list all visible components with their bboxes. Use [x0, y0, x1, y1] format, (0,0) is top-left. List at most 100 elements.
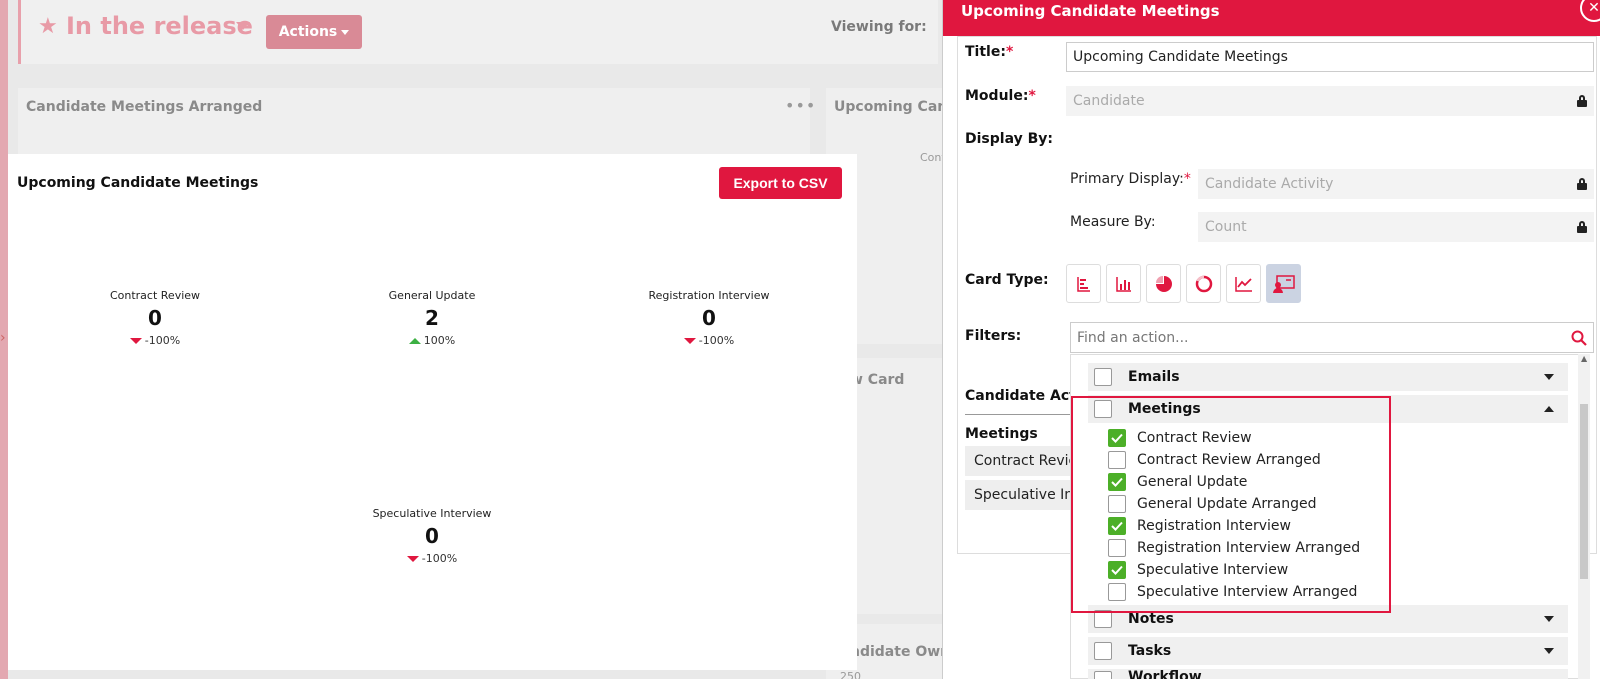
title-input[interactable]: Upcoming Candidate Meetings — [1066, 42, 1594, 72]
stat-value: 0 — [702, 306, 716, 330]
option-checkbox[interactable] — [1108, 473, 1126, 491]
card-type-label: Card Type: — [965, 272, 1049, 288]
required-mark: * — [1005, 44, 1014, 60]
option-label: Registration Interview Arranged — [1137, 540, 1361, 556]
option-contract-review[interactable]: Contract Review — [1108, 428, 1252, 448]
group-workflow[interactable]: Workflow — [1088, 669, 1568, 679]
option-speculative-interview-arranged[interactable]: Speculative Interview Arranged — [1108, 582, 1357, 602]
scroll-up-icon[interactable]: ▲ — [1581, 354, 1587, 363]
option-speculative-interview[interactable]: Speculative Interview — [1108, 560, 1288, 580]
bg-card-meetings-arranged — [18, 88, 810, 154]
search-icon[interactable] — [1571, 330, 1587, 346]
divider — [965, 414, 1070, 415]
group-label: Emails — [1128, 369, 1180, 385]
measure-by-field: Count — [1198, 212, 1594, 242]
primary-display-field: Candidate Activity — [1198, 169, 1594, 199]
stat-registration-interview: Registration Interview 0 -100% — [609, 289, 809, 347]
group-checkbox[interactable] — [1094, 368, 1112, 386]
stat-change: -100% — [609, 334, 809, 347]
option-checkbox[interactable] — [1108, 583, 1126, 601]
donut-chart-icon — [1195, 275, 1212, 292]
option-checkbox[interactable] — [1108, 561, 1126, 579]
option-checkbox[interactable] — [1108, 451, 1126, 469]
primary-display-label-text: Primary Display: — [1070, 171, 1184, 187]
meetings-heading: Meetings — [965, 426, 1038, 442]
export-csv-button[interactable]: Export to CSV — [719, 167, 842, 199]
trend-down-icon — [406, 555, 419, 562]
group-tasks[interactable]: Tasks — [1088, 637, 1568, 665]
group-checkbox[interactable] — [1094, 671, 1112, 679]
option-registration-interview-arranged[interactable]: Registration Interview Arranged — [1108, 538, 1360, 558]
option-general-update-arranged[interactable]: General Update Arranged — [1108, 494, 1316, 514]
pie-chart-icon — [1155, 275, 1172, 292]
card-type-horizontal-bar[interactable] — [1066, 264, 1101, 303]
option-contract-review-arranged[interactable]: Contract Review Arranged — [1108, 450, 1321, 470]
actions-button[interactable]: Actions — [266, 15, 362, 49]
bg-card-title: w Card — [850, 372, 905, 388]
group-checkbox[interactable] — [1094, 642, 1112, 660]
option-label: Contract Review — [1137, 430, 1252, 446]
card-preview-modal: Upcoming Candidate Meetings Export to CS… — [8, 154, 857, 670]
scroll-thumb[interactable] — [1580, 404, 1588, 579]
more-options-icon[interactable]: ••• — [785, 96, 816, 115]
card-type-vertical-bar[interactable] — [1106, 264, 1141, 303]
option-checkbox[interactable] — [1108, 429, 1126, 447]
stat-general-update: General Update 2 100% — [332, 289, 532, 347]
card-type-line[interactable] — [1226, 264, 1261, 303]
required-mark: * — [1028, 88, 1036, 104]
measure-by-value: Count — [1205, 219, 1247, 235]
stat-value: 2 — [425, 306, 439, 330]
option-label: General Update Arranged — [1137, 496, 1317, 512]
option-label: Contract Review Arranged — [1137, 452, 1321, 468]
stat-change: -100% — [332, 552, 532, 565]
measure-by-label: Measure By: — [1070, 214, 1156, 230]
stat-change-text: 100% — [423, 334, 456, 347]
group-label: Notes — [1128, 611, 1174, 627]
caret-down-icon — [341, 29, 350, 35]
filter-chip[interactable]: Contract Revie — [965, 446, 1070, 476]
stat-label: Speculative Interview — [372, 507, 492, 520]
display-by-label: Display By: — [965, 131, 1053, 147]
lock-icon — [1577, 95, 1587, 107]
chevron-down-icon[interactable] — [1544, 616, 1554, 622]
stat-label: Registration Interview — [648, 289, 770, 302]
primary-display-label: Primary Display:* — [1070, 171, 1191, 187]
bg-axis-tick: 250 — [840, 670, 861, 679]
title-input-value: Upcoming Candidate Meetings — [1073, 49, 1288, 65]
dropdown-scrollbar[interactable]: ▲ — [1578, 354, 1590, 679]
group-meetings[interactable]: Meetings — [1088, 395, 1568, 423]
card-type-pie[interactable] — [1146, 264, 1181, 303]
checkmark-icon — [1111, 433, 1123, 443]
chevron-down-icon[interactable] — [1544, 648, 1554, 654]
checkmark-icon — [1111, 477, 1123, 487]
filter-chip[interactable]: Speculative Int — [965, 480, 1070, 510]
card-type-donut[interactable] — [1186, 264, 1221, 303]
stat-change-text: -100% — [421, 552, 458, 565]
module-value: Candidate — [1073, 93, 1145, 109]
option-checkbox[interactable] — [1108, 539, 1126, 557]
modal-title: Upcoming Candidate Meetings — [17, 175, 259, 191]
option-general-update[interactable]: General Update — [1108, 472, 1247, 492]
stat-label: General Update — [388, 289, 476, 302]
option-checkbox[interactable] — [1108, 517, 1126, 535]
chevron-down-icon[interactable] — [1544, 374, 1554, 380]
module-field: Candidate — [1066, 86, 1594, 116]
star-icon[interactable]: ★ — [38, 14, 58, 39]
option-checkbox[interactable] — [1108, 495, 1126, 513]
viewing-for-label: Viewing for: — [831, 19, 927, 35]
stat-value: 0 — [148, 306, 162, 330]
group-checkbox[interactable] — [1094, 400, 1112, 418]
group-emails[interactable]: Emails — [1088, 363, 1568, 391]
horizontal-bar-chart-icon — [1076, 276, 1090, 292]
chevron-up-icon[interactable] — [1544, 406, 1554, 412]
stat-value: 0 — [425, 524, 439, 548]
group-checkbox[interactable] — [1094, 610, 1112, 628]
filter-search-input[interactable]: Find an action... — [1070, 322, 1594, 353]
group-notes[interactable]: Notes — [1088, 605, 1568, 633]
option-registration-interview[interactable]: Registration Interview — [1108, 516, 1291, 536]
line-chart-icon — [1234, 276, 1252, 292]
title-label: Title:* — [965, 44, 1013, 60]
trend-down-icon — [129, 337, 142, 344]
chevron-down-icon[interactable] — [236, 22, 250, 30]
card-type-presentation[interactable] — [1266, 264, 1301, 303]
